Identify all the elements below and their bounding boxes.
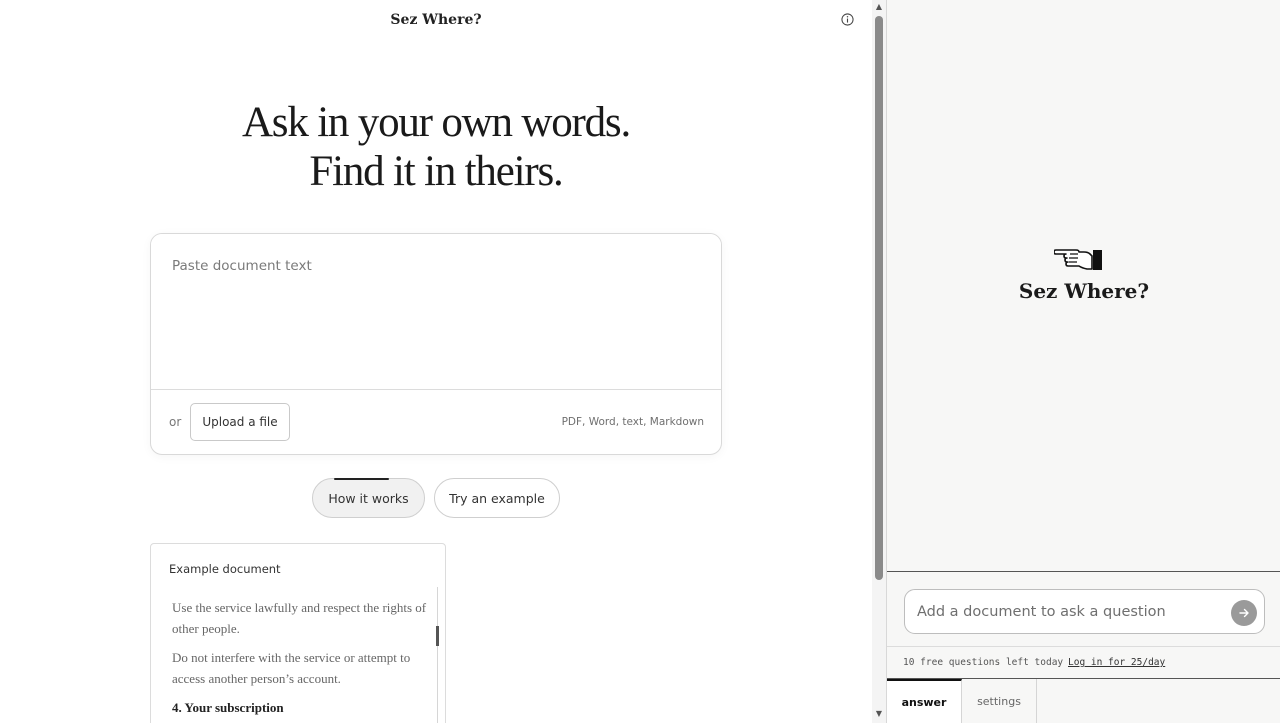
main-pane: Sez Where? Ask in your own words. Find i…: [0, 0, 872, 723]
quota-bar: 10 free questions left today Log in for …: [887, 646, 1280, 679]
tab-settings[interactable]: settings: [962, 679, 1037, 723]
pointing-hand-icon: [1054, 249, 1102, 270]
app-title: Sez Where?: [390, 12, 482, 28]
scroll-up-arrow-icon[interactable]: ▲: [874, 3, 884, 11]
quota-text: 10 free questions left today: [903, 657, 1064, 668]
hero-line-2: Find it in theirs.: [309, 148, 563, 195]
info-icon[interactable]: [841, 13, 854, 26]
panel-divider: [887, 571, 1280, 572]
example-scrollbar-thumb[interactable]: [436, 626, 439, 646]
how-it-works-button[interactable]: How it works: [312, 478, 425, 518]
arrow-right-icon: [1239, 608, 1249, 618]
assistant-brand: Sez Where?: [1018, 279, 1150, 303]
panel-tabs: answer settings: [887, 679, 1280, 723]
formats-hint: PDF, Word, text, Markdown: [561, 416, 704, 428]
assistant-panel: Sez Where? 10 free questions left today …: [886, 0, 1280, 723]
example-paragraph: Do not interfere with the service or att…: [172, 650, 411, 686]
document-input-card: or Upload a file PDF, Word, text, Markdo…: [150, 233, 722, 455]
hero-line-1: Ask in your own words.: [241, 99, 631, 146]
login-link[interactable]: Log in for 25/day: [1068, 657, 1165, 668]
example-document-card: Example document Use the service lawfull…: [150, 543, 446, 723]
example-document-body: Use the service lawfully and respect the…: [172, 598, 432, 719]
example-title: Example document: [169, 562, 281, 576]
hero-heading: Ask in your own words. Find it in theirs…: [0, 98, 872, 196]
main-scrollbar-thumb[interactable]: [875, 16, 883, 580]
question-box: [904, 589, 1265, 634]
question-input[interactable]: [917, 598, 1217, 625]
example-section-heading: 4. Your subscription: [172, 700, 284, 715]
example-scrollbar-track[interactable]: [437, 587, 438, 723]
try-example-button[interactable]: Try an example: [434, 478, 560, 518]
upload-file-button[interactable]: Upload a file: [190, 403, 290, 441]
scroll-down-arrow-icon[interactable]: ▼: [874, 710, 884, 718]
document-text-input[interactable]: [151, 234, 721, 390]
example-paragraph: Use the service lawfully and respect the…: [172, 600, 427, 636]
tab-answer[interactable]: answer: [887, 679, 962, 723]
send-button[interactable]: [1231, 600, 1257, 626]
or-label: or: [169, 415, 182, 429]
